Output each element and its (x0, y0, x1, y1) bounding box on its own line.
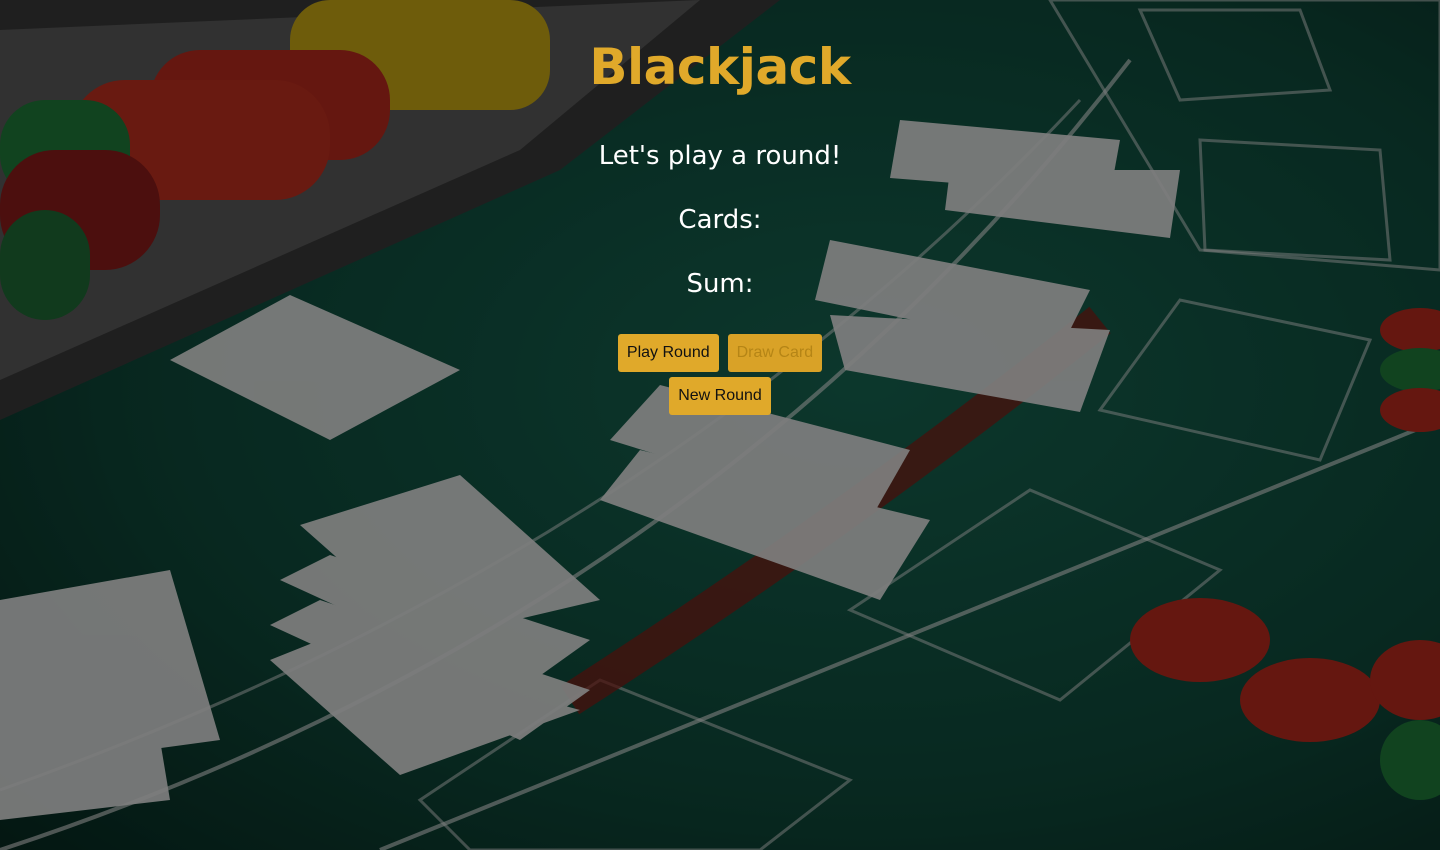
sum-label: Sum: (686, 269, 754, 299)
button-row-primary: Play Round Draw Card (0, 334, 1440, 372)
cards-label: Cards: (678, 205, 762, 235)
game-panel: Blackjack Let's play a round! Cards: Sum… (0, 0, 1440, 850)
game-message: Let's play a round! (598, 141, 842, 171)
button-row-secondary: New Round (0, 377, 1440, 415)
play-round-button[interactable]: Play Round (617, 334, 719, 372)
page-title: Blackjack (589, 38, 851, 96)
new-round-button[interactable]: New Round (669, 377, 771, 415)
draw-card-button[interactable]: Draw Card (727, 334, 823, 372)
